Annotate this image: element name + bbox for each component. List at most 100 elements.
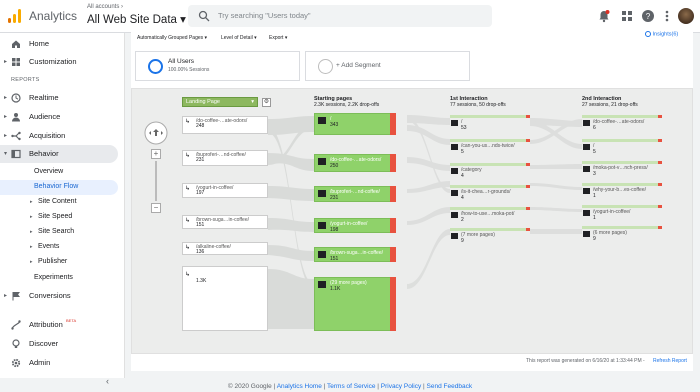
sidebar-item-admin[interactable]: Admin <box>0 354 125 372</box>
column-stats: 2.3K sessions, 2.2K drop-offs <box>314 102 380 108</box>
attribution-icon <box>11 320 21 330</box>
starting-page-node[interactable]: /343 <box>314 113 396 135</box>
grouping-dropdown[interactable]: Automatically Grouped Pages ▾ <box>137 35 207 41</box>
sidebar-item-realtime[interactable]: ▸ Realtime <box>0 89 125 107</box>
second-interaction-node[interactable]: /why-your-b…es-coffee/1 <box>582 183 662 200</box>
landing-node-other[interactable]: ↳ 1.3K <box>182 266 268 331</box>
node-value: 6 <box>593 125 596 131</box>
drop-off-bar[interactable] <box>658 161 662 164</box>
drop-off-bar[interactable] <box>526 139 530 142</box>
expand-arrow-icon: ▸ <box>30 244 33 250</box>
pan-control-icon[interactable] <box>144 121 168 145</box>
landing-node[interactable]: ↳/yogurt-in-coffee/197 <box>182 183 268 198</box>
drop-off-bar[interactable] <box>390 277 396 331</box>
second-interaction-node-other[interactable]: (6 more pages) 9 <box>582 226 662 243</box>
segment-all-users[interactable]: All Users 100.00% Sessions <box>135 51 300 81</box>
traffic-bar <box>450 163 530 166</box>
node-value: 9 <box>593 236 596 242</box>
insights-icon <box>645 31 651 37</box>
traffic-bar <box>582 183 662 186</box>
drop-off-bar[interactable] <box>658 226 662 229</box>
sidebar-item-conversions[interactable]: ▸ Conversions <box>0 287 125 305</box>
sidebar-item-behavior[interactable]: ▾ Behavior <box>0 145 118 163</box>
starting-page-node[interactable]: /buproferi-…nd-coffee/231 <box>314 186 396 202</box>
landing-node[interactable]: ↳/buproferi-…nd-coffee/231 <box>182 150 268 166</box>
drop-off-bar[interactable] <box>658 139 662 142</box>
sidebar-item-acquisition[interactable]: ▸ Acquisition <box>0 127 125 145</box>
footer-link-privacy[interactable]: Privacy Policy <box>381 383 421 390</box>
drop-off-bar[interactable] <box>390 154 396 172</box>
zoom-out-button[interactable]: − <box>151 203 161 213</box>
first-interaction-node[interactable]: /how-to-use…moka-pot/2 <box>450 207 530 224</box>
account-breadcrumb[interactable]: All accounts › <box>87 4 123 10</box>
property-selector[interactable]: All Web Site Data ▾ <box>87 12 186 26</box>
flow-settings-gear-icon[interactable]: ⚙ <box>262 98 271 107</box>
sidebar-subitem-events[interactable]: ▸ Events <box>0 240 125 255</box>
footer-link-terms[interactable]: Terms of Service <box>327 383 375 390</box>
drop-off-bar[interactable] <box>390 113 396 135</box>
notifications-bell-icon[interactable] <box>597 9 611 23</box>
landing-node[interactable]: ↳/brown-suga…in-coffee/151 <box>182 215 268 229</box>
starting-page-node[interactable]: /do-coffee-…ate-odors/250 <box>314 154 396 172</box>
sidebar-subitem-overview[interactable]: Overview <box>0 165 125 180</box>
second-interaction-node[interactable]: /yogurt-in-coffee/1 <box>582 205 662 222</box>
sidebar-item-discover[interactable]: Discover <box>0 335 125 353</box>
analytics-logo-icon[interactable] <box>8 9 22 23</box>
first-interaction-node[interactable]: /can-you-us…nds-twice/5 <box>450 139 530 156</box>
drop-off-bar[interactable] <box>390 218 396 233</box>
sidebar-subitem-experiments[interactable]: Experiments <box>0 271 125 286</box>
sidebar-item-audience[interactable]: ▸ Audience <box>0 108 125 126</box>
dashboard-icon <box>12 58 20 66</box>
user-avatar[interactable] <box>678 8 694 24</box>
search-box[interactable]: Try searching "Users today" <box>188 5 492 27</box>
node-value: 343 <box>330 122 339 128</box>
sidebar-item-home[interactable]: Home <box>0 35 125 53</box>
export-dropdown[interactable]: Export ▾ <box>269 35 287 41</box>
landing-page-dimension-select[interactable]: Landing Page ▾ <box>182 97 258 107</box>
second-interaction-node[interactable]: /5 <box>582 139 662 156</box>
drop-off-bar[interactable] <box>526 228 530 231</box>
second-interaction-node[interactable]: /moka-pot-v…nch-press/3 <box>582 161 662 178</box>
landing-node[interactable]: ↳/alkaline-coffee/136 <box>182 242 268 255</box>
sidebar-subitem-site-speed[interactable]: ▸ Site Speed <box>0 210 125 225</box>
add-segment-button[interactable]: + Add Segment <box>305 51 470 81</box>
sidebar-item-attribution[interactable]: Attribution BETA <box>0 316 125 334</box>
page-icon <box>318 158 326 165</box>
drop-off-bar[interactable] <box>658 115 662 118</box>
level-of-detail-dropdown[interactable]: Level of Detail ▾ <box>221 35 257 41</box>
starting-page-node[interactable]: /yogurt-in-coffee/198 <box>314 218 396 233</box>
drop-off-bar[interactable] <box>526 163 530 166</box>
footer-link-feedback[interactable]: Send Feedback <box>427 383 473 390</box>
drop-off-bar[interactable] <box>390 186 396 202</box>
sidebar-subitem-behavior-flow[interactable]: Behavior Flow <box>0 180 118 195</box>
starting-page-node[interactable]: /brown-suga…in-coffee/151 <box>314 247 396 262</box>
first-interaction-node-other[interactable]: (7 more pages) 9 <box>450 228 530 245</box>
drop-off-bar[interactable] <box>658 205 662 208</box>
sidebar-subitem-publisher[interactable]: ▸ Publisher <box>0 255 125 270</box>
help-icon[interactable]: ? <box>641 9 655 23</box>
first-interaction-node[interactable]: /is-it-chea…r-grounds/4 <box>450 185 530 202</box>
zoom-track[interactable] <box>155 161 157 201</box>
sidebar-subitem-site-search[interactable]: ▸ Site Search <box>0 225 125 240</box>
footer-link-analytics-home[interactable]: Analytics Home <box>277 383 322 390</box>
drop-off-bar[interactable] <box>526 115 530 118</box>
drop-off-bar[interactable] <box>658 183 662 186</box>
landing-node[interactable]: ↳/do-coffee-…ate-odors/248 <box>182 116 268 134</box>
zoom-in-button[interactable]: + <box>151 149 161 159</box>
second-interaction-node[interactable]: /do-coffee-…ate-odors/6 <box>582 115 662 132</box>
sidebar-item-label: Behavior <box>29 149 59 158</box>
starting-page-node-other[interactable]: (29 more pages) 1.1K <box>314 277 396 331</box>
insights-button[interactable]: Insights(6) <box>645 31 678 37</box>
drop-off-bar[interactable] <box>390 247 396 262</box>
sidebar-subitem-site-content[interactable]: ▸ Site Content <box>0 195 125 210</box>
sidebar-item-customization[interactable]: ▸ Customization <box>0 53 125 71</box>
more-vertical-icon[interactable] <box>660 9 674 23</box>
refresh-report-link[interactable]: Refresh Report <box>653 358 687 364</box>
first-interaction-node[interactable]: /53 <box>450 115 530 132</box>
apps-grid-icon[interactable] <box>620 9 634 23</box>
drop-off-bar[interactable] <box>526 185 530 188</box>
first-interaction-node[interactable]: /category 4 <box>450 163 530 180</box>
footer: © 2020 Google | Analytics Home | Terms o… <box>227 383 473 390</box>
node-value: 151 <box>196 222 205 228</box>
drop-off-bar[interactable] <box>526 207 530 210</box>
